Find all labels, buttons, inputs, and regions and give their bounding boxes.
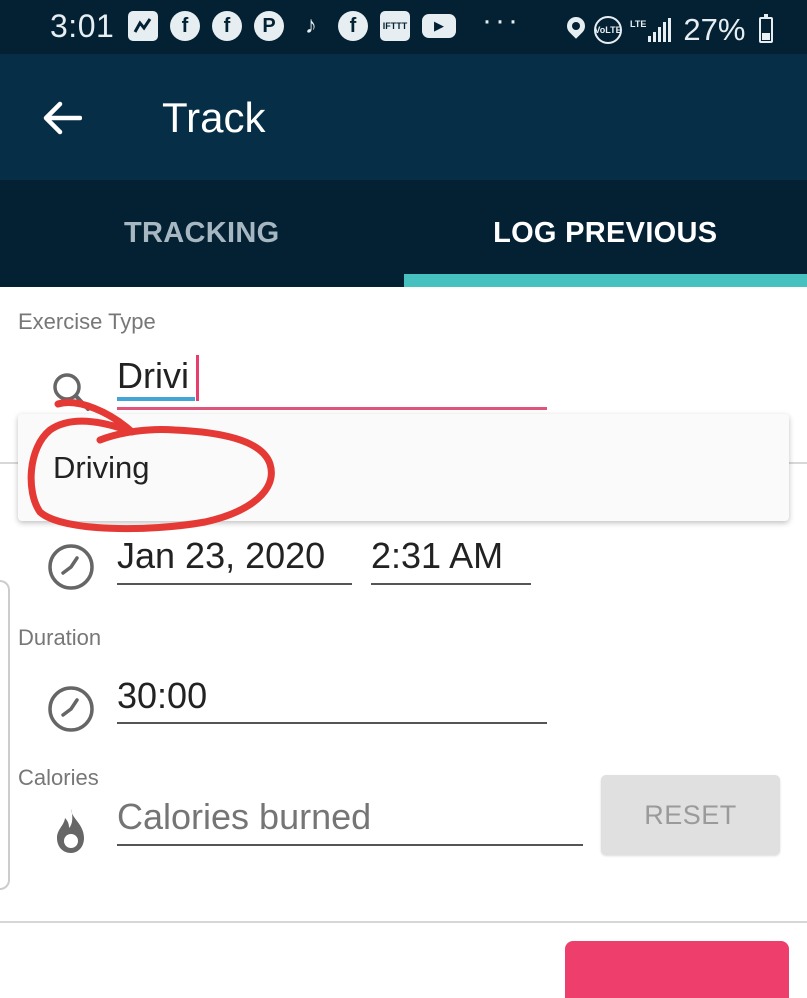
status-time: 3:01 <box>50 8 115 44</box>
battery-icon <box>759 14 774 43</box>
tab-tracking-label: TRACKING <box>124 217 280 249</box>
facebook-icon: f <box>212 11 242 41</box>
reset-button[interactable]: RESET <box>601 775 780 855</box>
messages-icon <box>128 11 158 41</box>
search-icon <box>50 372 92 419</box>
facebook-icon: f <box>170 11 200 41</box>
youtube-icon: ▶ <box>422 14 456 38</box>
duration-label: Duration <box>18 625 102 650</box>
exercise-type-label: Exercise Type <box>18 309 156 334</box>
calories-label: Calories <box>18 765 99 790</box>
exercise-search-input[interactable]: Drivi <box>117 355 189 397</box>
save-button[interactable] <box>565 941 789 998</box>
suggestion-item-driving[interactable]: Driving <box>53 450 149 486</box>
page-title: Track <box>162 94 266 141</box>
left-edge-bracket <box>0 580 10 890</box>
system-icons: VoLTE LTE 27% <box>566 12 774 48</box>
start-date-field[interactable]: Jan 23, 2020 <box>117 535 325 577</box>
start-date-underline <box>117 583 352 585</box>
tab-log-previous-label: LOG PREVIOUS <box>493 217 718 249</box>
duration-input[interactable]: 30:00 <box>117 675 207 717</box>
calories-input[interactable] <box>117 792 583 842</box>
calories-underline <box>117 844 583 846</box>
autocorrect-underline <box>117 397 195 401</box>
autocomplete-dropdown: Driving <box>18 414 789 521</box>
flame-icon <box>50 806 92 861</box>
notification-icons: f f P ♪ f IFTTT ▶ <box>128 11 456 41</box>
signal-icon <box>648 18 672 42</box>
facebook-icon: f <box>338 11 368 41</box>
status-bar: 3:01 f f P ♪ f IFTTT ▶ ··· VoLTE LTE 27% <box>0 0 807 54</box>
exercise-search-focus-line <box>117 407 547 410</box>
ifttt-icon: IFTTT <box>380 11 410 41</box>
battery-percent: 27% <box>683 12 746 47</box>
arrow-left-icon <box>43 101 82 135</box>
bottom-divider <box>0 921 807 923</box>
back-button[interactable] <box>36 92 88 144</box>
volte-icon: VoLTE <box>594 16 622 44</box>
tab-selected-indicator <box>403 274 807 287</box>
stopwatch-icon <box>46 684 96 739</box>
tab-log-previous[interactable]: LOG PREVIOUS <box>403 180 807 287</box>
more-notifications-icon: ··· <box>482 4 521 37</box>
app-bar: Track <box>0 54 807 180</box>
tiktok-icon: ♪ <box>305 12 317 39</box>
start-time-underline <box>371 583 531 585</box>
location-icon <box>566 17 586 43</box>
duration-underline <box>117 722 547 724</box>
clock-icon <box>46 542 96 597</box>
start-time-field[interactable]: 2:31 AM <box>371 535 503 577</box>
text-cursor <box>196 355 199 401</box>
lte-label: LTE <box>630 19 647 29</box>
pinterest-icon: P <box>254 11 284 41</box>
tab-bar: TRACKING LOG PREVIOUS <box>0 180 807 287</box>
tab-tracking[interactable]: TRACKING <box>0 180 404 287</box>
